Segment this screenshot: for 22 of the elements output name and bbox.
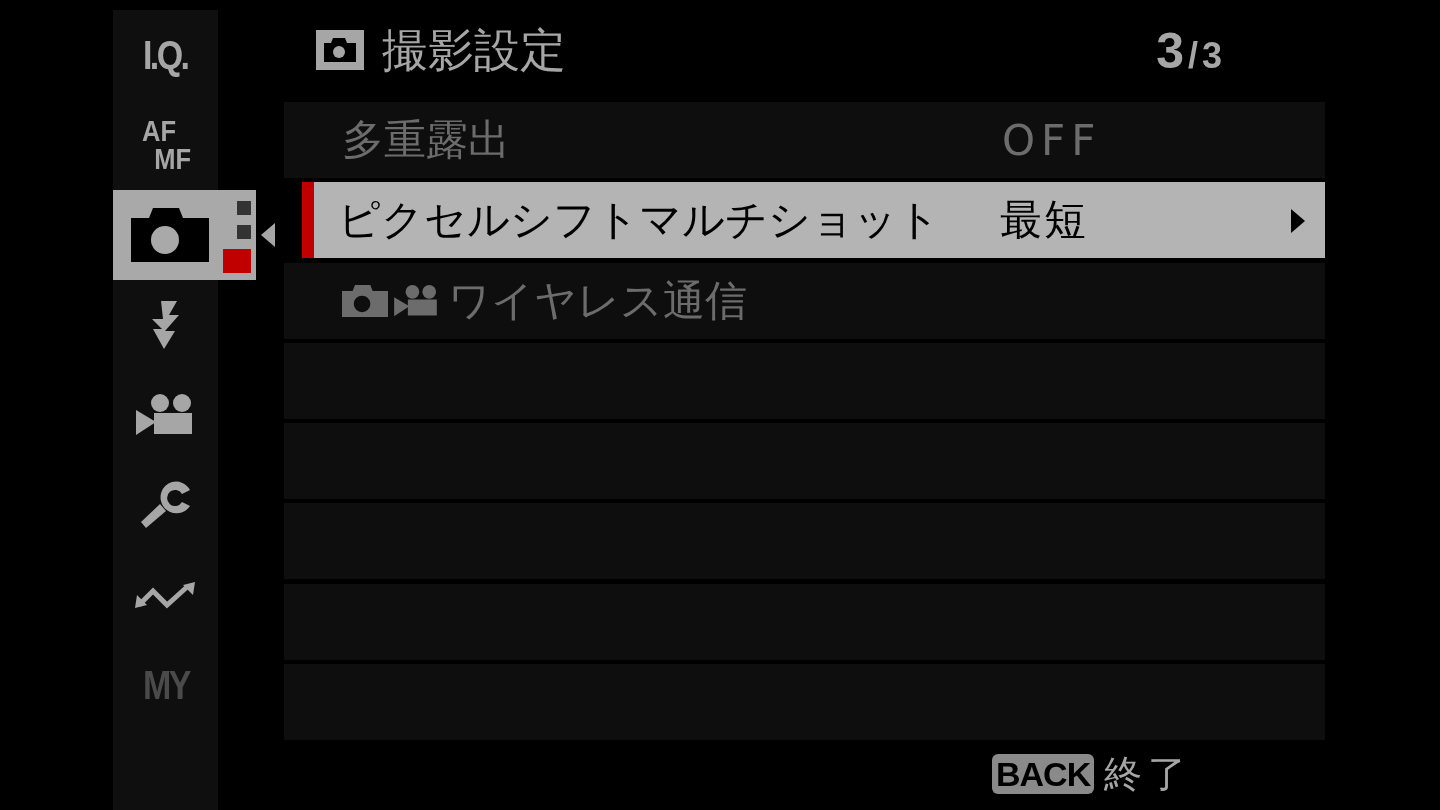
menu-title: 撮影設定 — [382, 22, 567, 79]
back-key-label: BACK — [992, 754, 1095, 795]
camera-icon — [316, 30, 364, 70]
movie-camera-icon — [394, 284, 440, 317]
menu-tab[interactable]: AF MF — [113, 100, 218, 190]
menu-tab[interactable] — [113, 190, 256, 280]
item-value: 最短 — [1000, 194, 1088, 247]
item-value: OFF — [1002, 115, 1102, 165]
item-label: ピクセルシフトマルチショット — [338, 194, 940, 247]
page-separator: / — [1187, 35, 1198, 77]
lightning-icon — [150, 301, 181, 349]
menu-item[interactable]: ピクセルシフトマルチショット 最短 — [302, 182, 1325, 259]
item-label: 多重露出 — [342, 114, 510, 166]
camera-icon — [342, 284, 388, 317]
item-label: ワイヤレス通信 — [448, 274, 747, 327]
zigzag-arrows-icon — [134, 581, 197, 609]
page-number: 3 — [1156, 22, 1184, 80]
pointer-icon — [261, 223, 275, 247]
exit-hint: 終了 — [1104, 750, 1193, 798]
camera-icon — [131, 208, 209, 262]
menu-tab[interactable]: I.Q. — [113, 10, 218, 100]
page-count: 3 — [1201, 35, 1222, 77]
